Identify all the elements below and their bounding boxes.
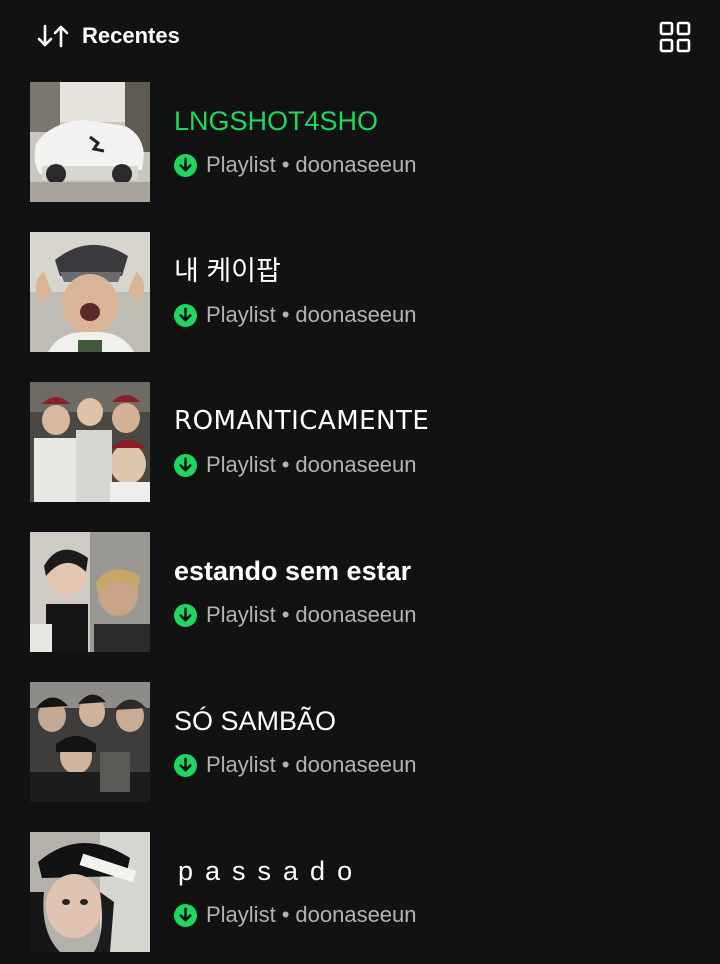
playlist-meta: Playlist • doonaseeun [174, 452, 417, 478]
meta-separator: • [281, 902, 290, 927]
downloaded-icon [174, 603, 197, 627]
meta-separator: • [281, 152, 290, 177]
playlist-cover [30, 832, 150, 952]
downloaded-icon [174, 453, 197, 477]
playlist-cover [30, 232, 150, 352]
meta-separator: • [281, 602, 290, 627]
playlist-row[interactable]: ROMANTICAMENTE Playlist • doonaseeun [30, 382, 690, 502]
playlist-meta: Playlist • doonaseeun [174, 752, 417, 778]
playlist-row[interactable]: 내 케이팝 Playlist • doonaseeun [30, 232, 690, 352]
playlist-meta: Playlist • doonaseeun [174, 302, 417, 328]
meta-separator: • [281, 452, 290, 477]
playlist-meta: Playlist • doonaseeun [174, 902, 417, 928]
playlist-row[interactable]: estando sem estar Playlist • doonaseeun [30, 532, 690, 652]
playlist-title: LNGSHOT4SHO [174, 106, 379, 136]
sort-button[interactable]: Recentes [36, 18, 180, 54]
playlist-owner: doonaseeun [295, 152, 417, 177]
playlist-cover [30, 382, 150, 502]
playlist-row[interactable]: SÓ SAMBÃO Playlist • doonaseeun [30, 682, 690, 802]
playlist-cover [30, 82, 150, 202]
sort-arrows-icon [37, 24, 69, 48]
playlist-title: ROMANTICAMENTE [174, 406, 430, 436]
meta-separator: • [281, 302, 290, 327]
playlist-type: Playlist [206, 902, 276, 927]
playlist-title: 내 케이팝 [174, 256, 281, 286]
playlist-type: Playlist [206, 302, 276, 327]
playlist-title: passado [178, 856, 365, 886]
playlist-owner: doonaseeun [295, 752, 417, 777]
playlist-owner: doonaseeun [295, 902, 417, 927]
playlist-meta: Playlist • doonaseeun [174, 602, 417, 628]
downloaded-icon [174, 303, 197, 327]
playlist-owner: doonaseeun [295, 602, 417, 627]
downloaded-icon [174, 753, 197, 777]
playlist-meta: Playlist • doonaseeun [174, 152, 417, 178]
playlist-type: Playlist [206, 602, 276, 627]
downloaded-icon [174, 153, 197, 177]
playlist-title: SÓ SAMBÃO [174, 706, 337, 736]
sort-label: Recentes [82, 23, 180, 48]
playlist-type: Playlist [206, 152, 276, 177]
playlist-owner: doonaseeun [295, 302, 417, 327]
playlist-row[interactable]: passado Playlist • doonaseeun [30, 832, 690, 952]
playlist-title: estando sem estar [174, 556, 412, 586]
playlist-row[interactable]: LNGSHOT4SHO Playlist • doonaseeun [30, 82, 690, 202]
playlist-cover [30, 682, 150, 802]
grid-view-icon[interactable] [658, 20, 692, 54]
playlist-type: Playlist [206, 452, 276, 477]
meta-separator: • [281, 752, 290, 777]
playlist-owner: doonaseeun [295, 452, 417, 477]
downloaded-icon [174, 903, 197, 927]
playlist-cover [30, 532, 150, 652]
library-header: Recentes [0, 0, 720, 72]
playlist-type: Playlist [206, 752, 276, 777]
